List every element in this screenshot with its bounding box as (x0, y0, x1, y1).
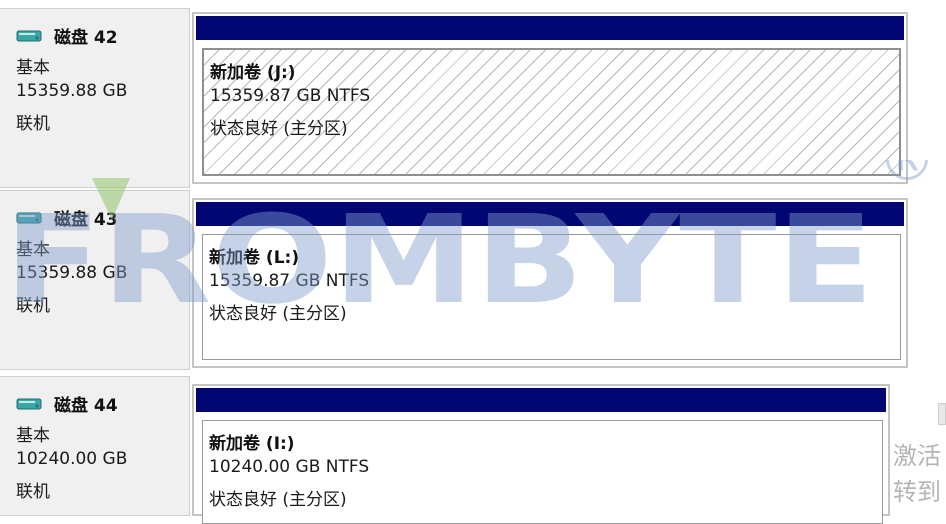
volume-header-bar (196, 388, 886, 412)
volume-name: 新加卷 (L:) (209, 248, 300, 268)
volume-partition[interactable]: 新加卷 (L:) 15359.87 GB NTFS 状态良好 (主分区) (202, 234, 901, 360)
volume-partition[interactable]: 新加卷 (I:) 10240.00 GB NTFS 状态良好 (主分区) (202, 420, 883, 524)
volume-size: 15359.87 GB NTFS (210, 86, 371, 106)
disk-info-panel[interactable]: 磁盘 43 基本 15359.88 GB 联机 (0, 190, 190, 370)
disk-drive-icon (16, 398, 42, 409)
disk-info-panel[interactable]: 磁盘 44 基本 10240.00 GB 联机 (0, 376, 190, 516)
volume-header-bar (196, 202, 904, 226)
volume-container[interactable]: 新加卷 (I:) 10240.00 GB NTFS 状态良好 (主分区) (192, 384, 890, 524)
disk-name: 磁盘 43 (54, 210, 118, 230)
volume-size: 15359.87 GB NTFS (209, 271, 370, 291)
disk-capacity: 15359.88 GB (16, 81, 128, 101)
disk-state: 联机 (16, 296, 50, 316)
scrollbar-stub[interactable] (938, 403, 946, 425)
volume-container[interactable]: 新加卷 (J:) 15359.87 GB NTFS 状态良好 (主分区) (192, 12, 908, 184)
disk-row-42: 磁盘 42 基本 15359.88 GB 联机 新加卷 (J:) 15359.8… (0, 8, 910, 188)
volume-size: 10240.00 GB NTFS (209, 457, 370, 477)
disk-type: 基本 (16, 58, 50, 78)
disk-info-panel[interactable]: 磁盘 42 基本 15359.88 GB 联机 (0, 8, 190, 188)
disk-state: 联机 (16, 482, 50, 502)
disk-capacity: 15359.88 GB (16, 263, 128, 283)
disk-name: 磁盘 44 (54, 396, 118, 416)
disk-row-43: 磁盘 43 基本 15359.88 GB 联机 新加卷 (L:) 15359.8… (0, 190, 910, 370)
volume-partition-selected[interactable]: 新加卷 (J:) 15359.87 GB NTFS 状态良好 (主分区) (202, 48, 901, 176)
volume-header-bar (196, 16, 904, 40)
activation-text: 激活 (893, 442, 941, 470)
disk-drive-icon (16, 212, 42, 223)
activation-subtext: 转到 (893, 478, 941, 506)
disk-name: 磁盘 42 (54, 28, 118, 48)
disk-type: 基本 (16, 240, 50, 260)
disk-state: 联机 (16, 114, 50, 134)
volume-name: 新加卷 (J:) (210, 63, 296, 83)
disk-row-44: 磁盘 44 基本 10240.00 GB 联机 新加卷 (I:) 10240.0… (0, 376, 892, 524)
volume-name: 新加卷 (I:) (209, 434, 295, 454)
disk-capacity: 10240.00 GB (16, 449, 128, 469)
disk-type: 基本 (16, 426, 50, 446)
volume-container[interactable]: 新加卷 (L:) 15359.87 GB NTFS 状态良好 (主分区) (192, 198, 908, 368)
volume-status: 状态良好 (主分区) (209, 304, 347, 324)
volume-status: 状态良好 (主分区) (210, 119, 348, 139)
volume-status: 状态良好 (主分区) (209, 490, 347, 510)
disk-drive-icon (16, 30, 42, 41)
